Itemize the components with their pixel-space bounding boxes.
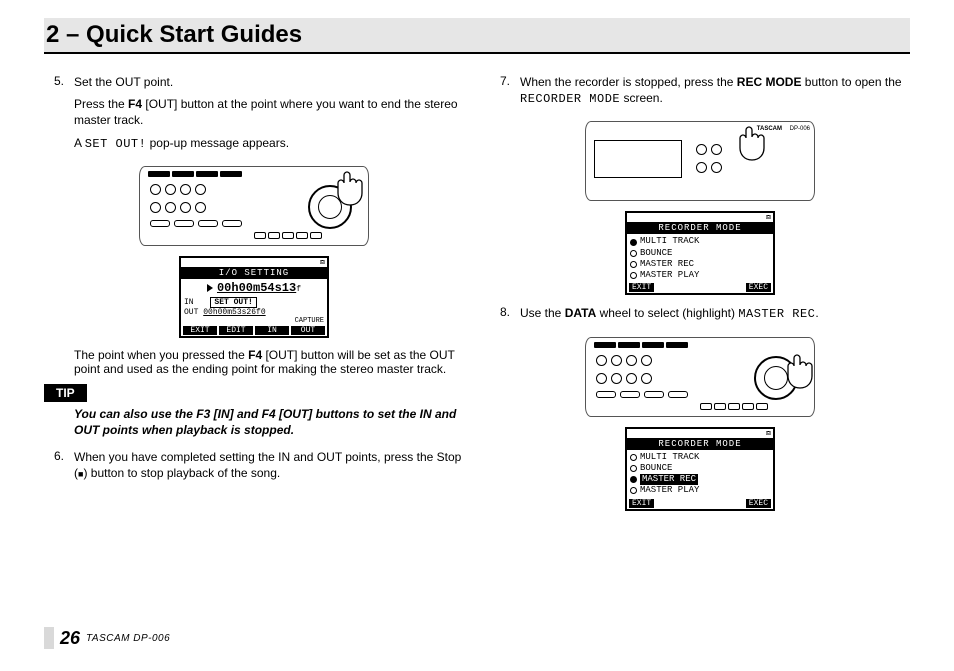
model-label: DP-006 — [790, 126, 810, 132]
step-8: 8. Use the DATA wheel to select (highlig… — [490, 305, 910, 328]
left-column: 5. Set the OUT point. Press the F4 [OUT]… — [44, 74, 464, 601]
hand-pointer-icon — [774, 344, 828, 390]
device-illustration-jog — [139, 166, 369, 246]
product-name: TASCAM DP-006 — [86, 633, 170, 644]
right-column: 7. When the recorder is stopped, press t… — [490, 74, 910, 601]
step-number: 6. — [44, 449, 74, 487]
step-number: 5. — [44, 74, 74, 158]
step5-line1: Set the OUT point. — [74, 74, 464, 90]
step5-line2: Press the F4 [OUT] button at the point w… — [74, 96, 464, 128]
page-title: 2 – Quick Start Guides — [44, 18, 302, 52]
play-icon — [207, 284, 213, 292]
footer-tab-icon — [44, 627, 54, 649]
page-footer: 26 TASCAM DP-006 — [44, 627, 170, 649]
step5-footnote: The point when you pressed the F4 [OUT] … — [44, 348, 464, 376]
step5-line3: A SET OUT! pop-up message appears. — [74, 135, 464, 152]
device-illustration-screen: TASCAM DP-006 — [585, 121, 815, 201]
device-illustration-jog — [585, 337, 815, 417]
step-number: 7. — [490, 74, 520, 113]
tip-body: You can also use the F3 [IN] and F4 [OUT… — [44, 406, 464, 438]
page-header-rule — [44, 52, 910, 54]
lcd-recorder-mode-2: ⧈ RECORDER MODE MULTI TRACK BOUNCE MASTE… — [625, 427, 775, 511]
lcd-title: I/O SETTING — [181, 267, 327, 279]
step-5: 5. Set the OUT point. Press the F4 [OUT]… — [44, 74, 464, 158]
lcd-title: RECORDER MODE — [627, 438, 773, 450]
lcd-popup: SET OUT! — [210, 297, 256, 308]
lcd-io-setting: ⧈ I/O SETTING 00h00m54s13 f IN SET OUT! … — [179, 256, 329, 338]
step-6: 6. When you have completed setting the I… — [44, 449, 464, 487]
page-number: 26 — [60, 628, 80, 649]
step-number: 8. — [490, 305, 520, 328]
hand-pointer-icon — [726, 116, 780, 162]
hand-pointer-icon — [324, 161, 378, 207]
lcd-time: 00h00m54s13 — [217, 281, 296, 295]
lcd-title: RECORDER MODE — [627, 222, 773, 234]
page-header-bar: 2 – Quick Start Guides — [44, 18, 910, 52]
lcd-recorder-mode-1: ⧈ RECORDER MODE MULTI TRACK BOUNCE MASTE… — [625, 211, 775, 295]
step-7: 7. When the recorder is stopped, press t… — [490, 74, 910, 113]
tip-label: TIP — [44, 384, 87, 402]
